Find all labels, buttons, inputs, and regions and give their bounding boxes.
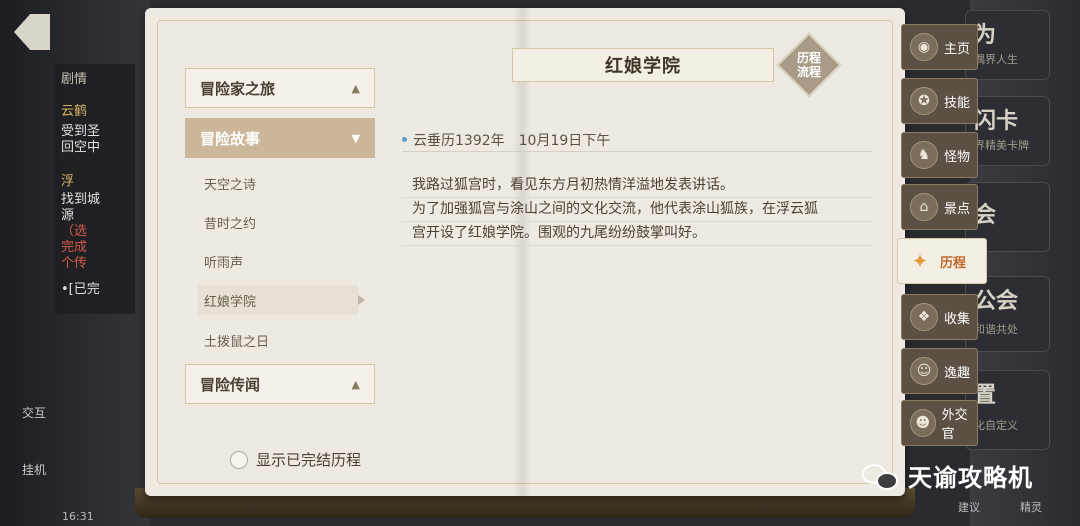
tab-skill[interactable]: ✪ 技能 — [901, 78, 978, 124]
journey-icon: ✦ — [911, 249, 929, 273]
tab-label: 历程 — [940, 255, 967, 271]
skill-icon: ✪ — [910, 87, 938, 115]
tab-monster[interactable]: ♞ 怪物 — [901, 132, 978, 178]
chevron-up-icon: ▲ — [351, 81, 360, 95]
watermark-text: 天谕攻略机 — [908, 464, 1033, 492]
story-item[interactable]: 昔时之约 — [198, 207, 358, 237]
category-adventurer-journey[interactable]: 冒险家之旅 ▲ — [185, 68, 375, 108]
collection-icon: ❖ — [910, 303, 938, 331]
bullet-icon — [402, 137, 407, 142]
suggest-label: 建议 — [958, 501, 980, 514]
category-label: 冒险故事 — [200, 129, 261, 148]
tab-landmark[interactable]: ⌂ 景点 — [901, 184, 978, 230]
wechat-icon — [862, 460, 900, 492]
home-icon: ◉ — [910, 33, 938, 61]
chat-line: 浮 — [61, 174, 75, 189]
tab-home[interactable]: ◉ 主页 — [901, 24, 978, 70]
chevron-up-icon: ▲ — [351, 377, 360, 391]
chat-line: 完成 — [61, 240, 88, 255]
tab-label: 主页 — [944, 41, 971, 57]
chat-line: 回空中 — [61, 140, 101, 155]
story-item[interactable]: 土拨鼠之日 — [198, 325, 358, 355]
journey-badge: 历程 流程 — [786, 42, 832, 88]
page-title: 红娘学院 — [605, 56, 681, 77]
tab-journey[interactable]: ✦ 历程 — [897, 238, 987, 284]
category-adventure-stories[interactable]: 冒险故事 ▼ — [185, 118, 375, 158]
story-item-selected[interactable]: 红娘学院 — [198, 285, 358, 315]
tab-label: 景点 — [944, 201, 971, 217]
monster-icon: ♞ — [910, 141, 938, 169]
badge-line: 流程 — [796, 65, 821, 79]
story-label: 红娘学院 — [204, 294, 257, 310]
story-label: 听雨声 — [204, 255, 244, 271]
watermark: 天谕攻略机 — [862, 458, 1033, 493]
story-text-line: 宫开设了红娘学院。围观的九尾纷纷鼓掌叫好。 — [402, 222, 872, 246]
chat-line: 个传 — [61, 256, 88, 271]
diplomat-icon: ☻ — [910, 409, 936, 437]
sprite-label: 精灵 — [1020, 501, 1042, 514]
tab-label: 逸趣 — [944, 365, 971, 381]
story-text-line: 为了加强狐宫与涂山之间的文化交流，他代表涂山狐族，在浮云狐 — [402, 198, 872, 222]
tab-label: 收集 — [944, 311, 971, 327]
tab-label: 外交官 — [941, 408, 968, 442]
story-label: 昔时之约 — [204, 216, 257, 232]
entry-date: 云垂历1392年 10月19日下午 — [402, 128, 872, 152]
interact-label: 交互 — [22, 406, 47, 420]
chat-panel: 剧情 云鹤 受到圣 回空中 浮 找到城 源 （选 完成 个传 •[已完 — [55, 64, 135, 314]
landmark-icon: ⌂ — [910, 193, 938, 221]
hangup-label: 挂机 — [22, 463, 47, 477]
tab-label: 技能 — [944, 95, 971, 111]
chat-line: 剧情 — [61, 72, 88, 87]
chat-line: 云鹤 — [61, 104, 88, 119]
chat-line: 受到圣 — [61, 124, 101, 139]
clock-label: 16:31 — [62, 510, 94, 523]
category-label: 冒险传闻 — [200, 375, 261, 394]
entry-date-text: 云垂历1392年 10月19日下午 — [413, 132, 611, 149]
story-item[interactable]: 天空之诗 — [198, 168, 358, 198]
chevron-down-icon: ▼ — [351, 131, 360, 145]
tab-diplomat[interactable]: ☻ 外交官 — [901, 400, 978, 446]
tab-collection[interactable]: ❖ 收集 — [901, 294, 978, 340]
selected-arrow-icon — [358, 295, 365, 305]
page-title-banner: 红娘学院 — [512, 48, 774, 82]
category-label: 冒险家之旅 — [200, 79, 276, 98]
radio-button[interactable] — [230, 450, 248, 469]
tab-label: 怪物 — [944, 149, 971, 165]
show-completed-toggle[interactable]: 显示已完结历程 — [230, 449, 361, 470]
chat-line: 找到城 — [61, 192, 101, 207]
category-adventure-rumors[interactable]: 冒险传闻 ▲ — [185, 364, 375, 404]
badge-line: 历程 — [796, 51, 821, 65]
story-item[interactable]: 听雨声 — [198, 246, 358, 276]
story-text-line: 我路过狐宫时，看见东方月初热情洋溢地发表讲话。 — [402, 174, 872, 198]
chat-line: （选 — [61, 224, 88, 239]
chat-line: 源 — [61, 208, 75, 223]
chat-line: •[已完 — [61, 282, 100, 297]
tab-fun[interactable]: ☺ 逸趣 — [901, 348, 978, 394]
show-completed-label: 显示已完结历程 — [256, 451, 362, 469]
fun-icon: ☺ — [910, 357, 938, 385]
story-label: 天空之诗 — [204, 177, 257, 193]
story-label: 土拨鼠之日 — [204, 334, 270, 350]
